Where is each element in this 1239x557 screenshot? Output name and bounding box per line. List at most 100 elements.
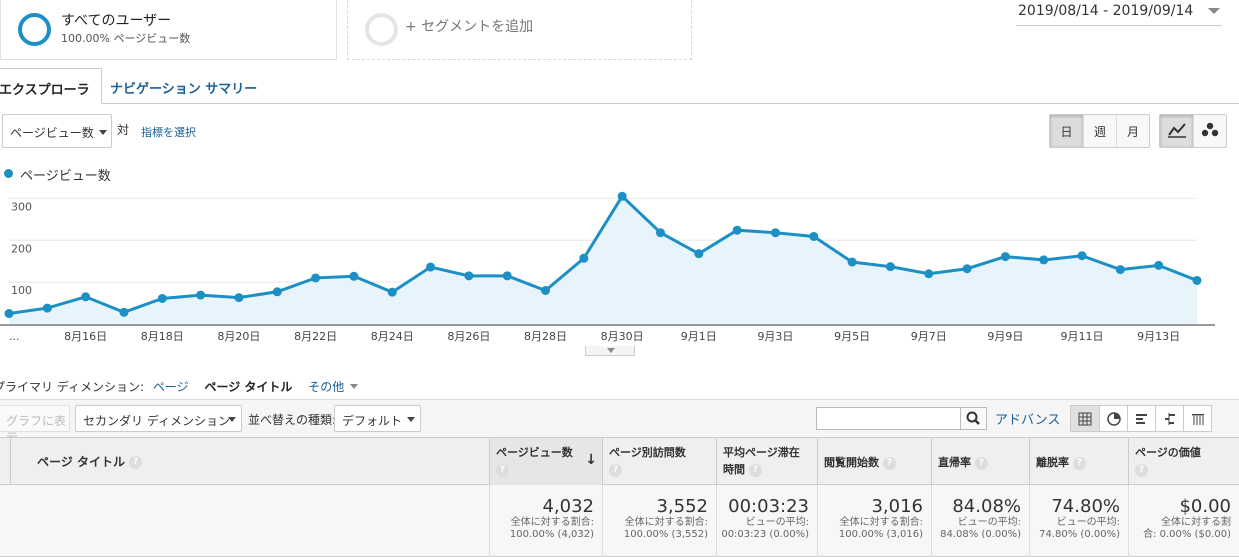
select-all-checkbox-cell[interactable] xyxy=(0,438,10,486)
plot-rows-button[interactable]: グラフに表示 xyxy=(0,405,70,445)
motion-chart-icon[interactable] xyxy=(1193,115,1226,147)
total-caption: 全体に対する割合: xyxy=(624,517,708,528)
search-button[interactable] xyxy=(960,407,987,430)
help-icon[interactable]: ? xyxy=(1072,456,1086,470)
dimension-option-other[interactable]: その他 xyxy=(308,380,344,394)
data-point xyxy=(272,287,282,297)
total-value: 4,032 xyxy=(542,496,594,517)
column-header-avg-time[interactable]: 平均ページ滞在 時間 ? xyxy=(716,438,817,486)
data-point xyxy=(1154,260,1164,270)
pivot-view-icon[interactable] xyxy=(1183,406,1211,431)
table-view-toggle xyxy=(1070,405,1212,432)
column-header-exit-rate[interactable]: 離脱率 ? xyxy=(1029,438,1128,486)
data-point xyxy=(4,309,14,319)
total-detail: 74.80% (0.00%) xyxy=(1039,529,1120,540)
total-cell-avg-time: 00:03:23 ビューの平均: 00:03:23 (0.00%) xyxy=(716,485,817,557)
help-icon[interactable]: ? xyxy=(129,456,143,469)
data-point xyxy=(426,262,436,272)
data-point xyxy=(809,231,819,241)
total-caption: 全体に対する割 xyxy=(1161,517,1231,528)
tab-navigation-summary[interactable]: ナビゲーション サマリー xyxy=(110,68,257,104)
pie-view-icon[interactable] xyxy=(1099,406,1127,431)
total-cell-entrances: 3,016 全体に対する割合: 100.00% (3,016) xyxy=(817,485,931,557)
total-caption: ビューの平均: xyxy=(957,517,1021,528)
metric-dropdown[interactable]: ページビュー数 xyxy=(2,114,112,148)
x-tick-label: 8月26日 xyxy=(447,330,490,343)
x-tick-label: 8月22日 xyxy=(294,330,337,343)
expand-chart-handle[interactable] xyxy=(585,346,635,356)
advanced-filter-link[interactable]: アドバンス xyxy=(995,409,1060,428)
column-header-unique-pageviews[interactable]: ページ別訪問数 ? xyxy=(602,438,716,486)
x-tick-label: 9月7日 xyxy=(911,330,947,343)
chevron-down-icon xyxy=(1208,8,1220,14)
table-view-icon[interactable] xyxy=(1071,406,1099,431)
granularity-day-button[interactable]: 日 xyxy=(1050,115,1083,147)
comparison-view-icon[interactable] xyxy=(1155,406,1183,431)
column-header-label-line2: 時間 xyxy=(723,463,745,476)
dimension-option-page-title: ページ タイトル xyxy=(204,380,293,394)
total-cell-pageviews: 4,032 全体に対する割合: 100.00% (4,032) xyxy=(489,485,602,557)
chevron-down-icon xyxy=(407,417,415,422)
data-point xyxy=(42,303,52,313)
data-point xyxy=(847,257,857,267)
column-header-label: 離脱率 xyxy=(1036,456,1069,469)
help-icon[interactable]: ? xyxy=(974,456,988,470)
total-value: 3,552 xyxy=(656,496,708,517)
area-fill xyxy=(9,196,1197,324)
data-point xyxy=(655,228,665,238)
data-point xyxy=(1115,265,1125,275)
total-value: 74.80% xyxy=(1051,496,1120,517)
segment-all-users[interactable]: すべてのユーザー 100.00% ページビュー数 xyxy=(0,0,337,60)
data-point xyxy=(234,293,244,303)
x-tick-label: ... xyxy=(9,330,20,343)
sort-type-dropdown[interactable]: デフォルト xyxy=(334,405,421,432)
data-point xyxy=(1039,255,1049,265)
data-point xyxy=(349,271,359,281)
help-icon[interactable]: ? xyxy=(1135,463,1148,477)
column-header-page-title[interactable]: ページ タイトル ? xyxy=(10,438,489,486)
select-metric-link[interactable]: 指標を選択 xyxy=(141,124,196,140)
x-tick-label: 9月13日 xyxy=(1137,330,1180,343)
dimension-option-page[interactable]: ページ xyxy=(153,380,189,394)
help-icon[interactable]: ? xyxy=(748,463,762,477)
secondary-dimension-dropdown[interactable]: セカンダリ ディメンション xyxy=(75,405,242,432)
data-point xyxy=(617,191,627,201)
data-point xyxy=(157,293,167,303)
chevron-down-icon xyxy=(607,348,615,353)
column-header-entrances[interactable]: 閲覧開始数 ? xyxy=(817,438,931,486)
column-header-page-value[interactable]: ページの価値 ? xyxy=(1128,438,1239,486)
total-detail: 100.00% (3,552) xyxy=(623,529,708,540)
date-range-picker[interactable]: 2019/08/14 - 2019/09/14 xyxy=(1016,0,1222,26)
table-search-input[interactable] xyxy=(816,407,961,430)
help-icon[interactable]: ? xyxy=(882,456,896,470)
chevron-down-icon xyxy=(350,384,359,389)
column-header-label: 平均ページ滞在 xyxy=(723,446,800,459)
data-point xyxy=(464,271,474,281)
total-cell-exit-rate: 74.80% ビューの平均: 74.80% (0.00%) xyxy=(1029,485,1128,557)
column-header-pageviews[interactable]: ページビュー数 ↓ ? xyxy=(489,438,602,486)
tab-explorer[interactable]: エクスプローラ xyxy=(0,68,102,104)
column-header-label: ページの価値 xyxy=(1135,446,1201,459)
granularity-month-button[interactable]: 月 xyxy=(1116,115,1149,147)
segment-circle-icon xyxy=(18,13,51,46)
data-point xyxy=(196,290,206,300)
pageviews-chart: 100 200 300... 8月16日 8月18日 8月20日 8月22日 8月24日 8月2… xyxy=(0,191,1215,343)
data-point xyxy=(502,271,512,281)
y-tick-label: 100 xyxy=(11,284,32,297)
total-value: 00:03:23 xyxy=(728,496,809,517)
granularity-week-button[interactable]: 週 xyxy=(1083,115,1116,147)
data-point xyxy=(1000,252,1010,262)
segment-title: すべてのユーザー xyxy=(61,13,172,29)
add-segment-button[interactable]: + セグメントを追加 xyxy=(347,0,692,60)
performance-view-icon[interactable] xyxy=(1127,406,1155,431)
total-value: $0.00 xyxy=(1179,496,1231,517)
total-caption: ビューの平均: xyxy=(745,517,809,528)
help-icon[interactable]: ? xyxy=(609,463,622,477)
column-header-label: ページ タイトル xyxy=(37,455,125,469)
line-chart-icon[interactable] xyxy=(1160,115,1193,147)
data-point xyxy=(1192,275,1202,285)
help-icon[interactable]: ? xyxy=(496,463,509,477)
x-tick-label: 8月18日 xyxy=(141,330,184,343)
column-header-bounce-rate[interactable]: 直帰率 ? xyxy=(931,438,1029,486)
data-point xyxy=(924,269,934,279)
